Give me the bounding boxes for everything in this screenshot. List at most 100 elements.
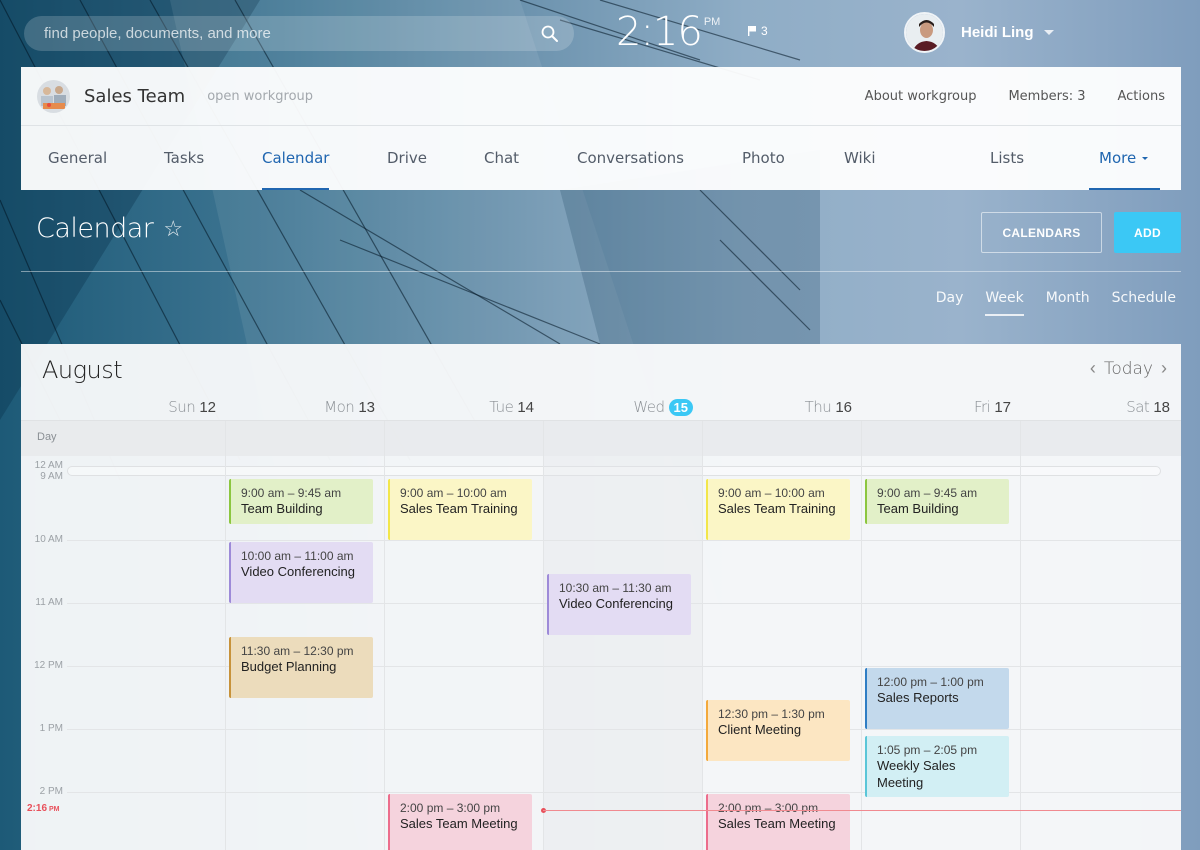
hour-label: 11 AM bbox=[35, 597, 63, 608]
chevron-down-icon bbox=[1142, 156, 1149, 160]
tab-more[interactable]: More bbox=[1088, 126, 1161, 190]
column-divider bbox=[384, 421, 385, 457]
event-title: Video Conferencing bbox=[559, 595, 673, 611]
event-time: 2:00 pm – 3:00 pm bbox=[400, 801, 501, 815]
event-time: 9:00 am – 9:45 am bbox=[877, 486, 978, 500]
user-avatar[interactable] bbox=[904, 12, 945, 53]
view-day[interactable]: Day bbox=[936, 290, 964, 314]
day-header-tue[interactable]: Tue 14 bbox=[387, 394, 546, 420]
search-input[interactable] bbox=[44, 25, 540, 42]
today-badge: 15 bbox=[668, 398, 693, 416]
chevron-down-icon[interactable] bbox=[1043, 30, 1054, 35]
calendar-event[interactable]: 12:30 pm – 1:30 pm Client Meeting bbox=[706, 699, 850, 761]
calendar-event[interactable]: 9:00 am – 10:00 am Sales Team Training bbox=[388, 479, 532, 540]
calendar-event[interactable]: 2:00 pm – 3:00 pm Sales Team Meeting bbox=[706, 794, 850, 850]
clock-ampm: PM bbox=[703, 16, 721, 28]
notifications[interactable]: 3 bbox=[748, 24, 768, 38]
calendars-button[interactable]: CALENDARS bbox=[981, 212, 1102, 253]
top-bar: 2:16 PM 3 Heidi Ling bbox=[0, 0, 1200, 66]
day-header-sat[interactable]: Sat 18 bbox=[1023, 394, 1181, 420]
column-divider bbox=[1020, 456, 1021, 850]
view-switcher: Day Week Month Schedule bbox=[936, 290, 1176, 316]
calendar-event[interactable]: 10:00 am – 11:00 am Video Conferencing bbox=[229, 542, 373, 603]
workgroup-links: About workgroup Members: 3 Actions bbox=[865, 89, 1165, 104]
star-icon[interactable]: ☆ bbox=[163, 216, 183, 242]
calendar-event[interactable]: 2:00 pm – 3:00 pm Sales Team Meeting bbox=[388, 794, 532, 850]
event-title: Sales Reports bbox=[877, 690, 959, 705]
tab-tasks[interactable]: Tasks bbox=[164, 126, 204, 190]
page-title-bar: Calendar ☆ bbox=[36, 213, 183, 244]
column-divider bbox=[861, 456, 862, 850]
column-divider bbox=[384, 456, 385, 850]
tab-more-label: More bbox=[1099, 149, 1137, 167]
column-divider bbox=[702, 421, 703, 457]
hour-label: 1 PM bbox=[39, 723, 63, 734]
chevron-right-icon[interactable]: › bbox=[1161, 358, 1167, 379]
tab-wiki[interactable]: Wiki bbox=[844, 126, 876, 190]
event-title: Budget Planning bbox=[241, 658, 337, 674]
search-box[interactable] bbox=[24, 16, 574, 51]
column-divider bbox=[543, 421, 544, 457]
tab-photo[interactable]: Photo bbox=[742, 126, 785, 190]
calendar-event[interactable]: 1:05 pm – 2:05 pm Weekly Sales Meeting bbox=[865, 736, 1009, 798]
tab-conversations[interactable]: Conversations bbox=[577, 126, 684, 190]
flag-icon bbox=[748, 26, 756, 36]
hour-label: 9 AM bbox=[40, 471, 63, 482]
event-time: 2:00 pm – 3:00 pm bbox=[718, 801, 819, 815]
workgroup-title-bar: Sales Team open workgroup About workgrou… bbox=[21, 67, 1181, 126]
view-week[interactable]: Week bbox=[985, 290, 1025, 316]
all-day-label: Day bbox=[37, 431, 57, 443]
workgroup-title: Sales Team bbox=[84, 85, 186, 107]
day-header-thu[interactable]: Thu 16 bbox=[705, 394, 864, 420]
calendar-event[interactable]: 12:00 pm – 1:00 pm Sales Reports bbox=[865, 668, 1009, 729]
calendar-event[interactable]: 9:00 am – 9:45 am Team Building bbox=[229, 479, 373, 525]
current-time-label: 2:16 PM bbox=[27, 802, 60, 814]
day-header-wed[interactable]: Wed 15 bbox=[546, 394, 705, 420]
tab-chat[interactable]: Chat bbox=[484, 126, 519, 190]
notification-count: 3 bbox=[761, 24, 768, 38]
day-name: Wed bbox=[633, 398, 665, 416]
tab-drive[interactable]: Drive bbox=[387, 126, 427, 190]
column-divider bbox=[1020, 421, 1021, 457]
user-menu[interactable]: Heidi Ling bbox=[904, 12, 1054, 53]
time-grid[interactable]: 12 AM 9 AM 10 AM 11 AM 12 PM 1 PM 2 PM 9:00 am … bbox=[21, 456, 1181, 850]
calendar-event[interactable]: 11:30 am – 12:30 pm Budget Planning bbox=[229, 636, 373, 698]
day-number: 18 bbox=[1153, 398, 1170, 416]
today-column bbox=[543, 456, 702, 850]
tab-calendar[interactable]: Calendar bbox=[262, 126, 330, 190]
members-link[interactable]: Members: 3 bbox=[1008, 89, 1085, 104]
all-day-row[interactable]: Day bbox=[21, 420, 1181, 457]
view-month[interactable]: Month bbox=[1046, 290, 1090, 314]
user-name[interactable]: Heidi Ling bbox=[961, 24, 1034, 41]
event-time: 11:30 am – 12:30 pm bbox=[241, 643, 354, 658]
event-time: 12:30 pm – 1:30 pm bbox=[718, 706, 825, 721]
day-name: Mon bbox=[324, 398, 355, 416]
event-title: Sales Team Meeting bbox=[400, 816, 518, 831]
tab-lists[interactable]: Lists bbox=[990, 126, 1024, 190]
event-time: 12:00 pm – 1:00 pm bbox=[877, 675, 984, 689]
view-schedule[interactable]: Schedule bbox=[1112, 290, 1176, 314]
day-number: 12 bbox=[199, 398, 216, 416]
today-button[interactable]: Today bbox=[1104, 359, 1153, 379]
day-name: Tue bbox=[489, 398, 514, 416]
chevron-left-icon[interactable]: ‹ bbox=[1090, 358, 1096, 379]
about-workgroup-link[interactable]: About workgroup bbox=[865, 89, 977, 104]
event-title: Video Conferencing bbox=[241, 564, 355, 579]
day-header-mon[interactable]: Mon 13 bbox=[228, 394, 387, 420]
search-icon[interactable] bbox=[540, 24, 560, 44]
actions-link[interactable]: Actions bbox=[1118, 89, 1166, 104]
column-divider bbox=[861, 421, 862, 457]
day-header-sun[interactable]: Sun 12 bbox=[69, 394, 228, 420]
add-button[interactable]: ADD bbox=[1114, 212, 1181, 253]
event-time: 10:00 am – 11:00 am bbox=[241, 549, 354, 563]
day-header-fri[interactable]: Fri 17 bbox=[864, 394, 1023, 420]
calendar-month: August bbox=[42, 356, 123, 384]
event-title: Team Building bbox=[877, 501, 959, 516]
tab-general[interactable]: General bbox=[48, 126, 107, 190]
hour-label: 2 PM bbox=[39, 786, 63, 797]
page-title: Calendar bbox=[36, 213, 154, 244]
calendar-event[interactable]: 10:30 am – 11:30 am Video Conferencing bbox=[547, 573, 691, 635]
day-name: Sun bbox=[168, 398, 196, 416]
calendar-event[interactable]: 9:00 am – 10:00 am Sales Team Training bbox=[706, 479, 850, 540]
calendar-event[interactable]: 9:00 am – 9:45 am Team Building bbox=[865, 479, 1009, 525]
